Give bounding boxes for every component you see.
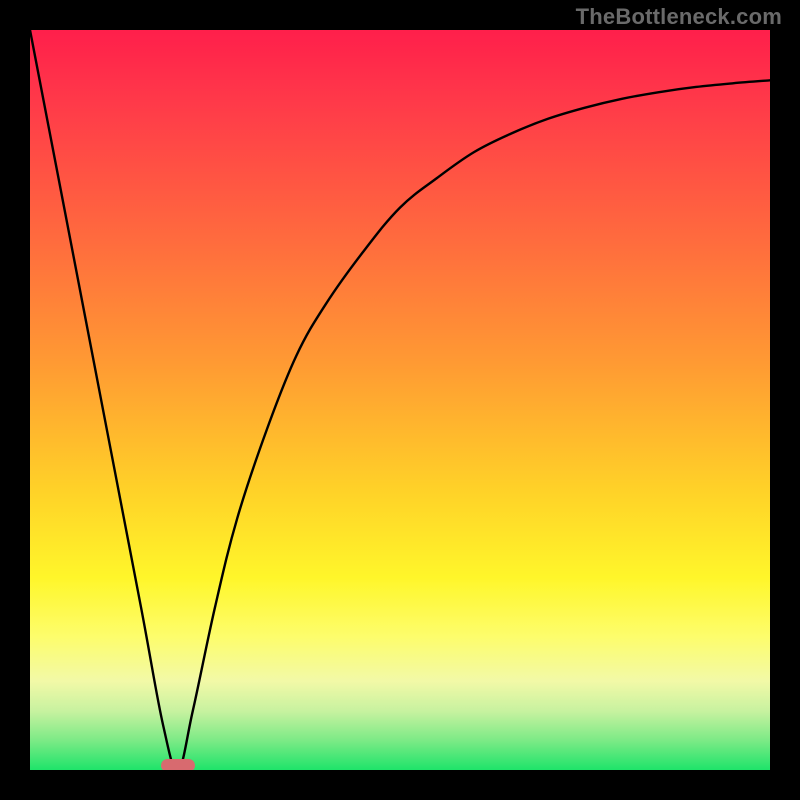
curve-svg <box>30 30 770 770</box>
watermark-text: TheBottleneck.com <box>576 4 782 30</box>
minimum-marker <box>161 759 194 770</box>
plot-area <box>30 30 770 770</box>
chart-frame: TheBottleneck.com <box>0 0 800 800</box>
bottleneck-curve <box>30 30 770 770</box>
